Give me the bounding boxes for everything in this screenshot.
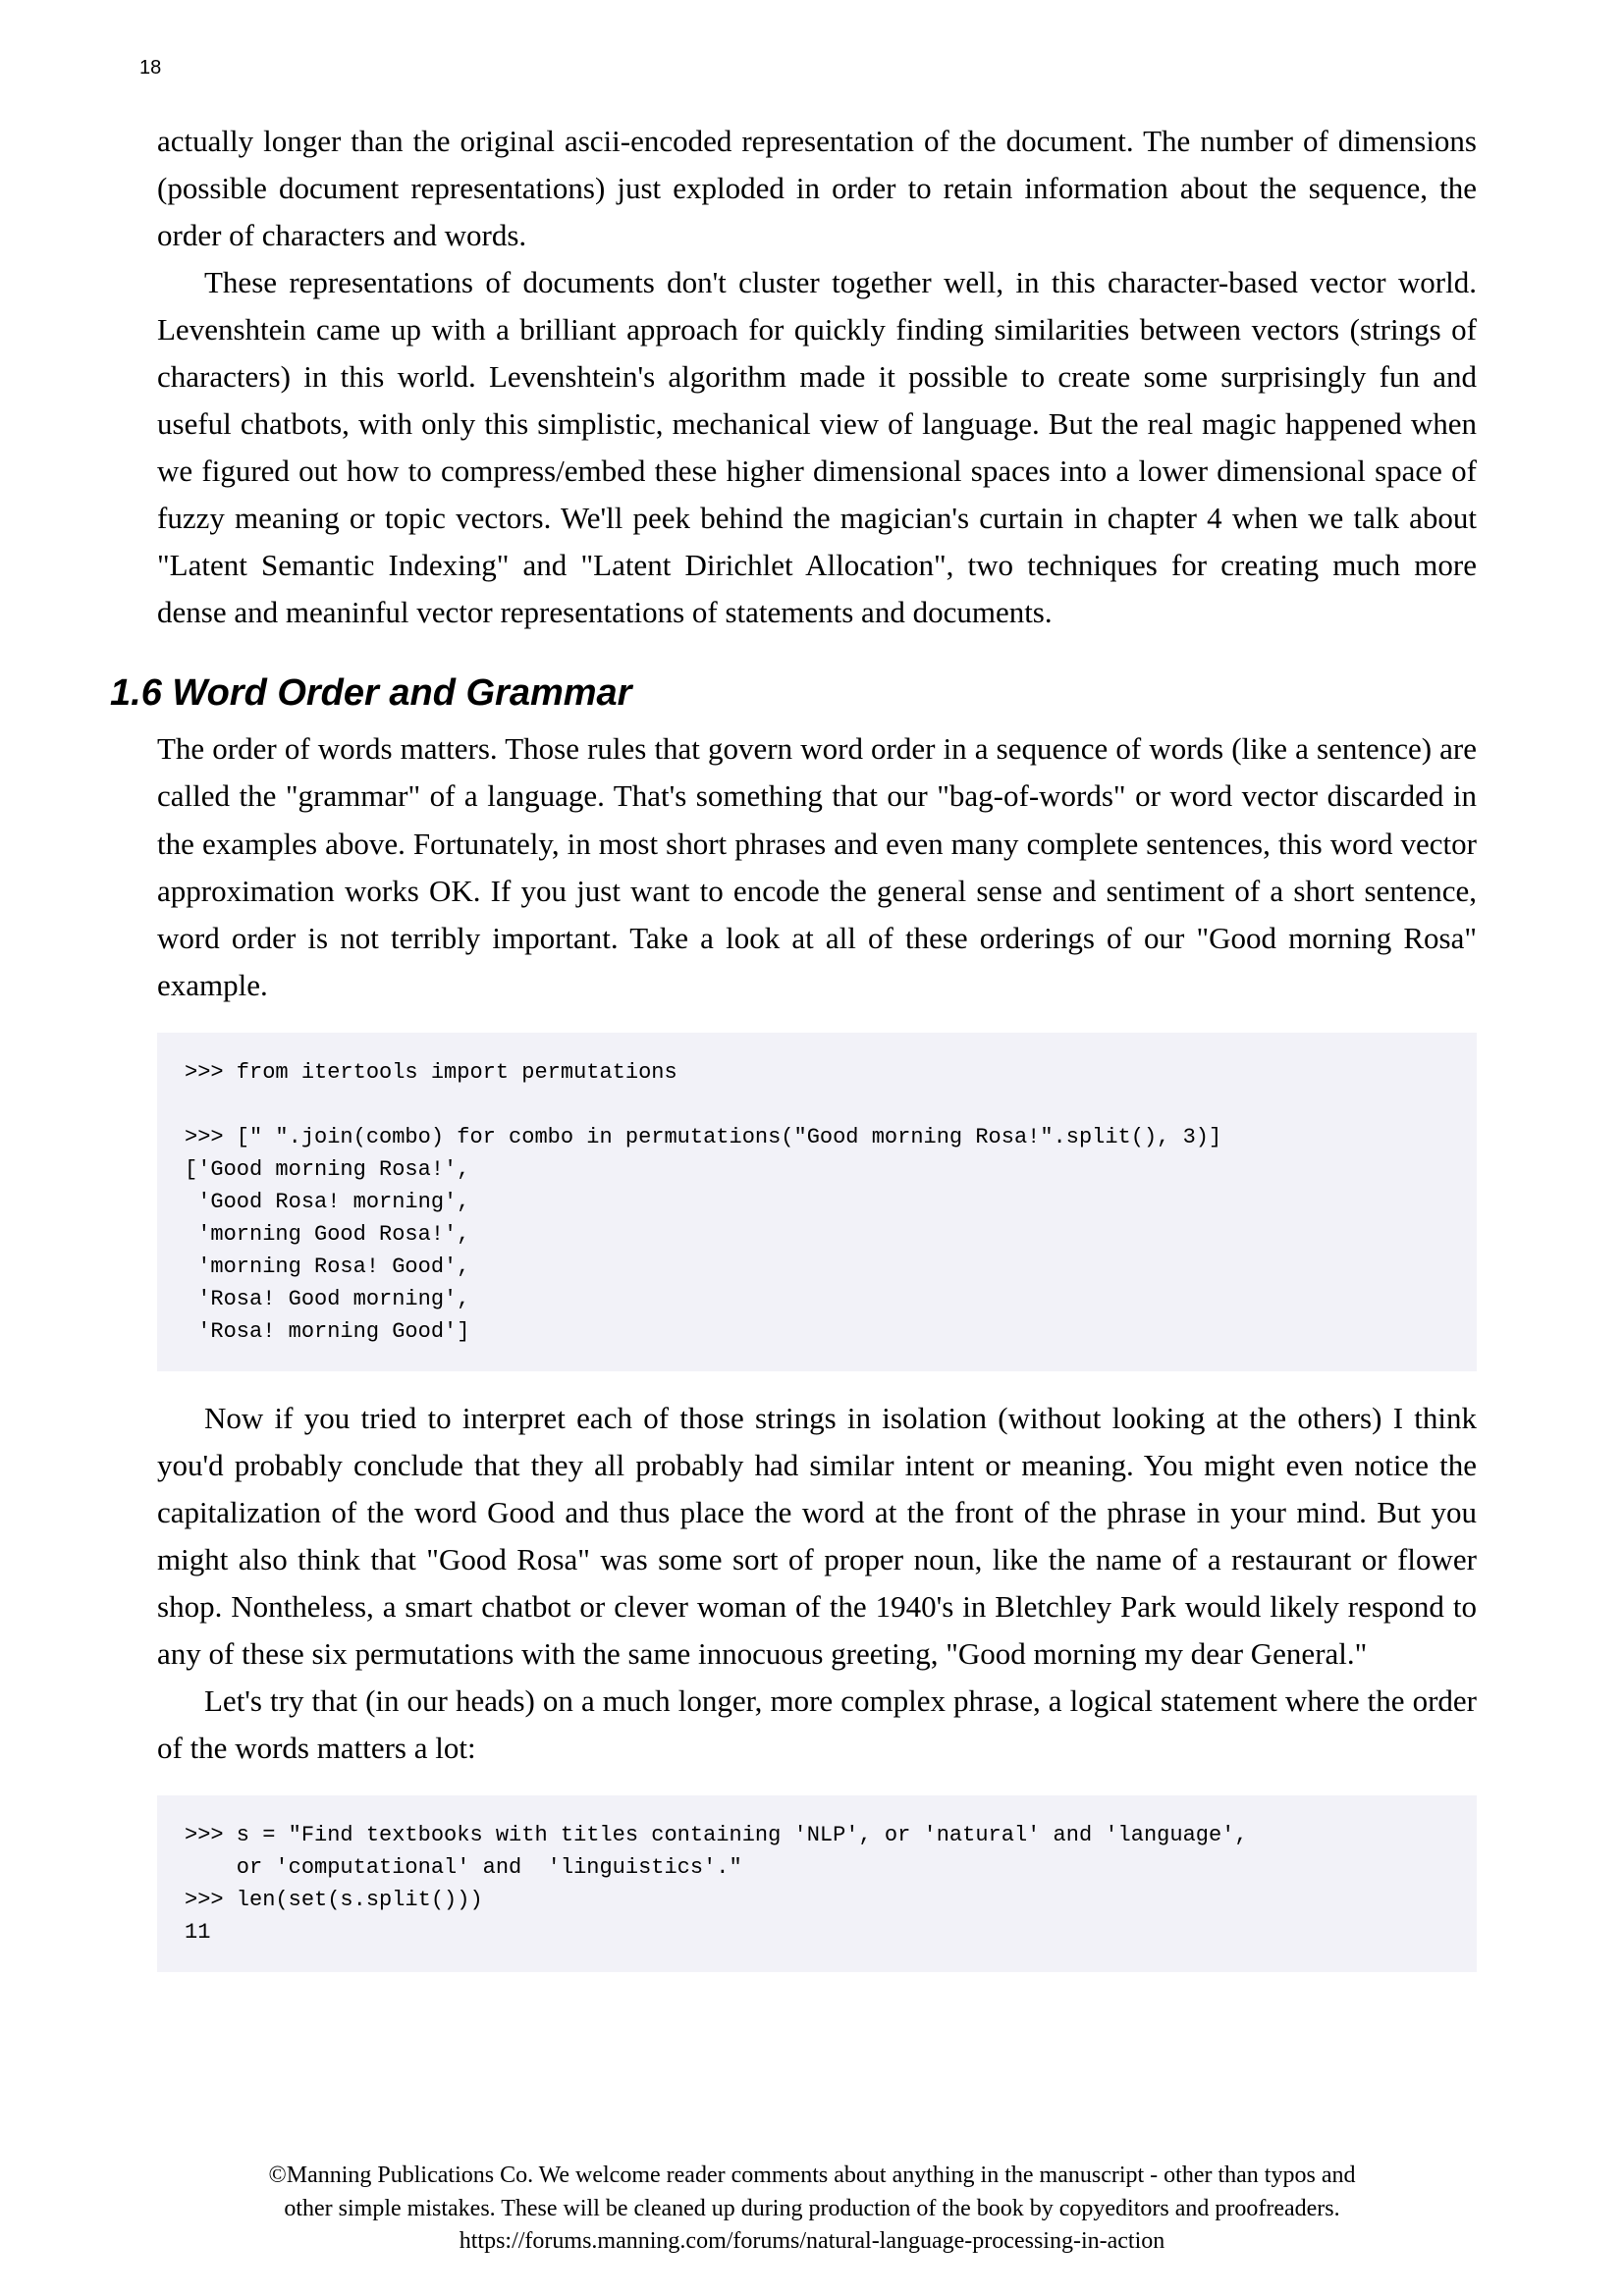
page: 18 actually longer than the original asc… (0, 0, 1624, 2296)
paragraph: actually longer than the original ascii-… (157, 118, 1477, 259)
footer-line: ©Manning Publications Co. We welcome rea… (167, 2160, 1457, 2193)
page-number: 18 (139, 57, 161, 80)
code-block: >>> s = "Find textbooks with titles cont… (157, 1795, 1477, 1972)
footer-line: other simple mistakes. These will be cle… (167, 2193, 1457, 2226)
footer: ©Manning Publications Co. We welcome rea… (0, 2160, 1624, 2259)
body-text: actually longer than the original ascii-… (157, 118, 1477, 1972)
footer-line: https://forums.manning.com/forums/natura… (167, 2225, 1457, 2259)
paragraph: Let's try that (in our heads) on a much … (157, 1678, 1477, 1772)
code-block: >>> from itertools import permutations >… (157, 1033, 1477, 1371)
paragraph: These representations of documents don't… (157, 259, 1477, 636)
paragraph: Now if you tried to interpret each of th… (157, 1395, 1477, 1678)
section-heading: 1.6 Word Order and Grammar (110, 665, 1477, 722)
paragraph: The order of words matters. Those rules … (157, 725, 1477, 1008)
